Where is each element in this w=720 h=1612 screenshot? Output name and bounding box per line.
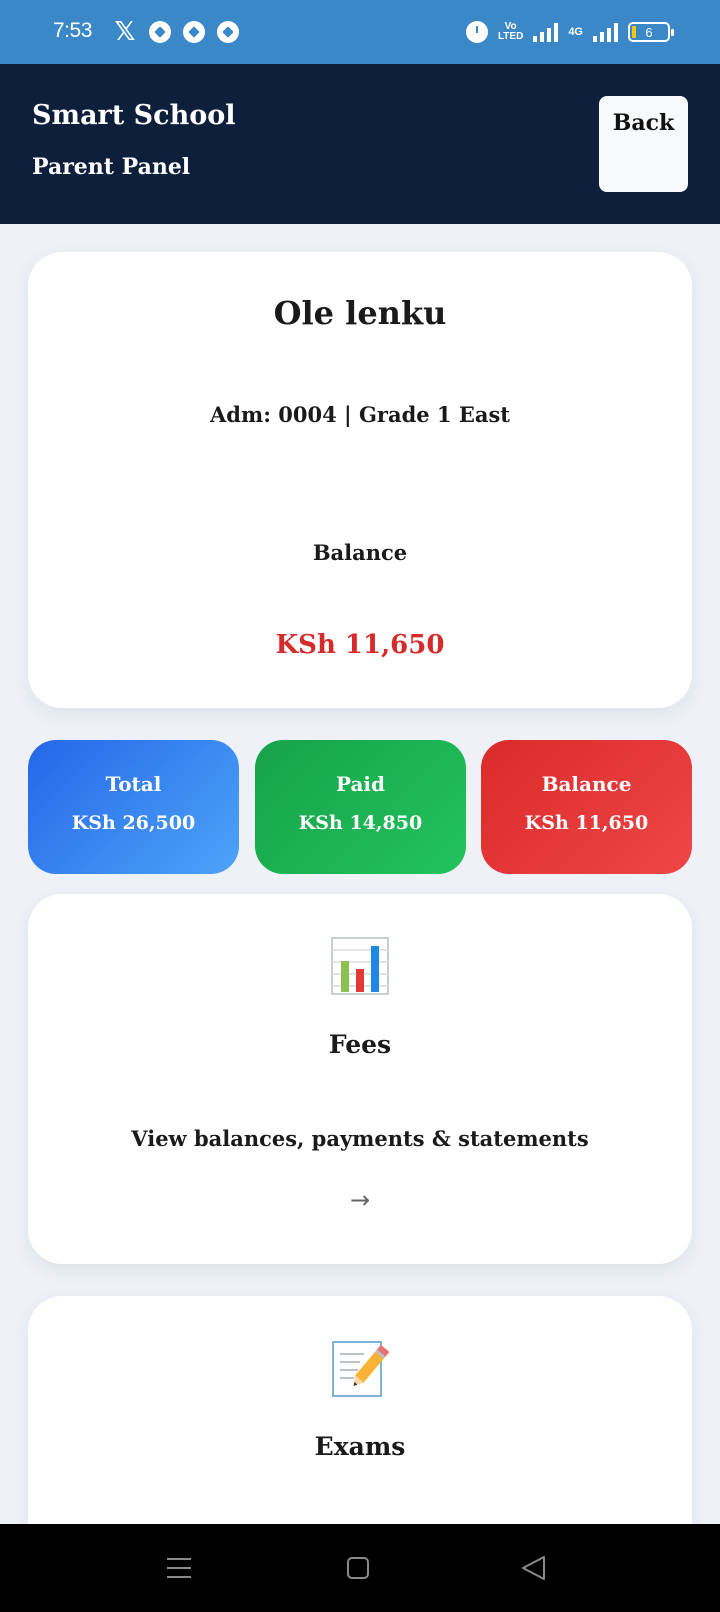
app-subtitle: Parent Panel (32, 154, 191, 180)
app-title: Smart School (32, 100, 236, 131)
status-time: 7:53 (53, 19, 92, 42)
stat-card-paid: Paid KSh 14,850 (255, 740, 466, 874)
back-triangle-icon[interactable] (514, 1552, 554, 1584)
alarm-icon (465, 21, 488, 43)
arrow-right-icon[interactable]: → (28, 1186, 692, 1214)
memo-pencil-icon (332, 1341, 390, 1397)
stat-label: Balance (541, 772, 632, 796)
exams-title: Exams (314, 1432, 406, 1461)
menu-icon[interactable] (159, 1552, 199, 1584)
stat-value: KSh 26,500 (71, 812, 196, 834)
fees-title: Fees (328, 1030, 392, 1059)
signal-icon (533, 22, 559, 42)
system-nav-bar (0, 1524, 720, 1612)
stat-label: Paid (335, 772, 386, 796)
battery-icon: 6 (628, 22, 674, 42)
bar-chart-icon (331, 937, 389, 995)
fees-description: View balances, payments & statements (131, 1126, 589, 1151)
stat-value: KSh 11,650 (524, 812, 649, 834)
soccer-ball-icon (217, 21, 239, 43)
status-bar: 7:53 𝕏 Vo LTED 4G 6 (0, 0, 720, 64)
student-profile-card: Ole lenku Adm: 0004 | Grade 1 East Balan… (28, 252, 692, 708)
volte-icon: Vo LTED (497, 21, 524, 42)
student-name: Ole lenku (273, 294, 447, 332)
stat-value: KSh 14,850 (298, 812, 423, 834)
x-icon: 𝕏 (114, 17, 136, 47)
balance-label: Balance (312, 540, 408, 565)
home-square-icon[interactable] (338, 1552, 378, 1584)
status-right-icons: Vo LTED 4G 6 (465, 18, 674, 46)
student-admission-grade: Adm: 0004 | Grade 1 East (210, 402, 510, 427)
soccer-ball-icon (149, 21, 171, 43)
stat-card-balance: Balance KSh 11,650 (481, 740, 692, 874)
back-button[interactable]: Back (599, 96, 688, 192)
stat-card-total: Total KSh 26,500 (28, 740, 239, 874)
4g-signal-icon: 4G (568, 26, 583, 38)
signal-icon-2 (593, 22, 618, 42)
stat-label: Total (105, 772, 162, 796)
app-header: Smart School Parent Panel Back (0, 64, 720, 224)
balance-value: KSh 11,650 (275, 630, 445, 660)
soccer-ball-icon (183, 21, 205, 43)
fees-card[interactable]: Fees View balances, payments & statement… (28, 894, 692, 1264)
battery-level: 6 (645, 24, 653, 40)
